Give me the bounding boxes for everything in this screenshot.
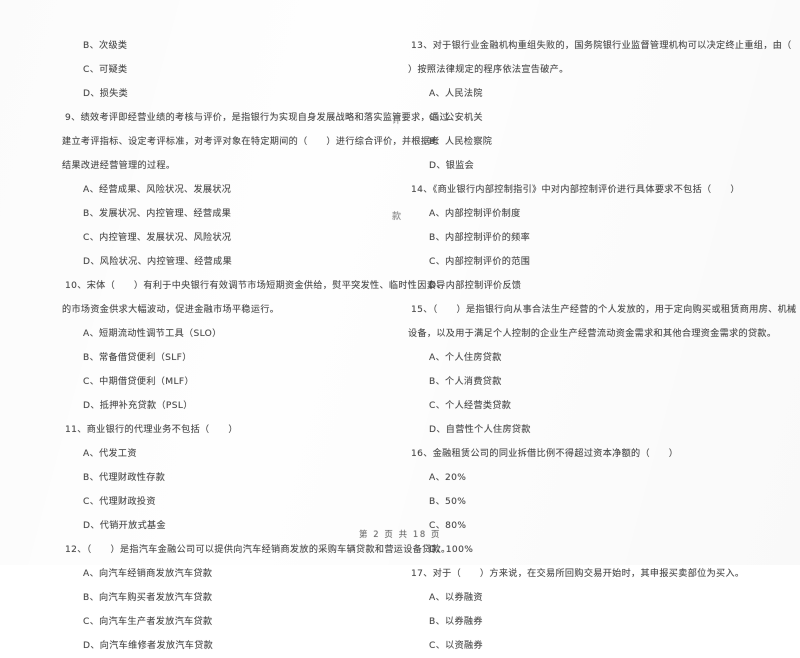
answer-option: C、公安机关 xyxy=(429,113,483,123)
answer-option: A、代发工资 xyxy=(83,449,137,459)
answer-option: C、中期借贷便利（MLF） xyxy=(83,377,194,387)
answer-option: C、以资融券 xyxy=(429,641,483,651)
answer-option: B、以券融券 xyxy=(429,617,483,627)
right-column: 13、对于银行业金融机构重组失败的，国务院银行业监督管理机构可以决定终止重组，由… xyxy=(408,0,797,651)
question-line: 10、宋体（ ）有利于中央银行有效调节市场短期资金供给，熨平突发性、临时性因素导 xyxy=(65,281,446,291)
two-column-body: B、次级类 C、可疑类 D、损失类 9、绩效考评即经营业绩的考核与评价，是指银行为实现… xyxy=(0,0,800,651)
question-continuation-line: 结果改进经营管理的过程。 xyxy=(62,161,176,171)
answer-option: A、以券融资 xyxy=(429,593,483,603)
question-line: 17、对于（ ）方来说，在交易所回购交易开始时，其申报买卖部位为买入。 xyxy=(411,569,745,579)
page-footer: 第 2 页 共 18 页 xyxy=(359,529,441,539)
answer-option: B、次级类 xyxy=(83,41,128,51)
answer-option: D、100% xyxy=(429,545,474,555)
question-line: 15、（ ）是指银行向从事合法生产经营的个人发放的，用于定向购买或租赁商用房、机… xyxy=(411,305,797,315)
answer-option: A、经营成果、风险状况、发展状况 xyxy=(83,185,232,195)
answer-option: B、个人消费贷款 xyxy=(429,377,502,387)
answer-option: C、代理财政投资 xyxy=(83,497,156,507)
answer-option: D、损失类 xyxy=(83,89,129,99)
answer-option: B、50% xyxy=(429,497,467,507)
question-continuation-line: 的市场资金供求大幅波动，促进金融市场平稳运行。 xyxy=(62,305,280,315)
answer-option: A、内部控制评价制度 xyxy=(429,209,521,219)
answer-option: D、向汽车维修者发放汽车贷款 xyxy=(83,641,214,651)
answer-option: D、抵押补充贷款（PSL） xyxy=(83,401,193,411)
answer-option: B、代理财政性存款 xyxy=(83,473,166,483)
question-continuation-line: 建立考评指标、设定考评标准，对考评对象在特定期间的（ ）进行综合评价，并根据考 xyxy=(62,137,440,147)
question-line: 12、（ ）是指汽车金融公司可以提供向汽车经销商发放的采购车辆贷款和营运设备贷款… xyxy=(65,545,451,555)
question-line: 13、对于银行业金融机构重组失败的，国务院银行业监督管理机构可以决定终止重组，由… xyxy=(411,41,792,51)
gutter-overflow-glyph: 评 xyxy=(392,116,402,126)
answer-option: D、银监会 xyxy=(429,161,475,171)
question-continuation-line: 设备，以及用于满足个人控制的企业生产经营流动资金需求和其他合理资金需求的贷款。 xyxy=(408,329,777,339)
question-line: 9、绩效考评即经营业绩的考核与评价，是指银行为实现自身发展战略和落实监管要求，通… xyxy=(65,113,449,123)
left-column: B、次级类 C、可疑类 D、损失类 9、绩效考评即经营业绩的考核与评价，是指银行为实现… xyxy=(62,0,450,651)
question-line: 16、金融租赁公司的同业拆借比例不得超过资本净额的（ ） xyxy=(411,449,679,459)
answer-option: B、人民检察院 xyxy=(429,137,493,147)
scanned-page: B、次级类 C、可疑类 D、损失类 9、绩效考评即经营业绩的考核与评价，是指银行为实现… xyxy=(0,0,800,651)
gutter-overflow-glyph: 款 xyxy=(392,212,402,222)
answer-option: C、内部控制评价的范围 xyxy=(429,257,531,267)
answer-option: C、可疑类 xyxy=(83,65,128,75)
answer-option: A、20% xyxy=(429,473,467,483)
answer-option: B、常备借贷便利（SLF） xyxy=(83,353,192,363)
question-continuation-line: ）按照法律规定的程序依法宣告破产。 xyxy=(408,65,569,75)
answer-option: A、人民法院 xyxy=(429,89,483,99)
answer-option: A、个人住房贷款 xyxy=(429,353,502,363)
answer-option: D、风险状况、内控管理、经营成果 xyxy=(83,257,233,267)
answer-option: A、短期流动性调节工具（SLO） xyxy=(83,329,222,339)
answer-option: B、向汽车购买者发放汽车贷款 xyxy=(83,593,213,603)
answer-option: A、向汽车经销商发放汽车贷款 xyxy=(83,569,213,579)
answer-option: C、内控管理、发展状况、风险状况 xyxy=(83,233,232,243)
answer-option: B、内部控制评价的频率 xyxy=(429,233,531,243)
answer-option: D、自营性个人住房贷款 xyxy=(429,425,531,435)
answer-option: D、内部控制评价反馈 xyxy=(429,281,522,291)
answer-option: B、发展状况、内控管理、经营成果 xyxy=(83,209,232,219)
answer-option: C、个人经营类贷款 xyxy=(429,401,512,411)
answer-option: C、向汽车生产者发放汽车贷款 xyxy=(83,617,213,627)
question-line: 11、商业银行的代理业务不包括（ ） xyxy=(65,425,238,435)
question-line: 14、《商业银行内部控制指引》中对内部控制评价进行具体要求不包括（ ） xyxy=(411,185,740,195)
